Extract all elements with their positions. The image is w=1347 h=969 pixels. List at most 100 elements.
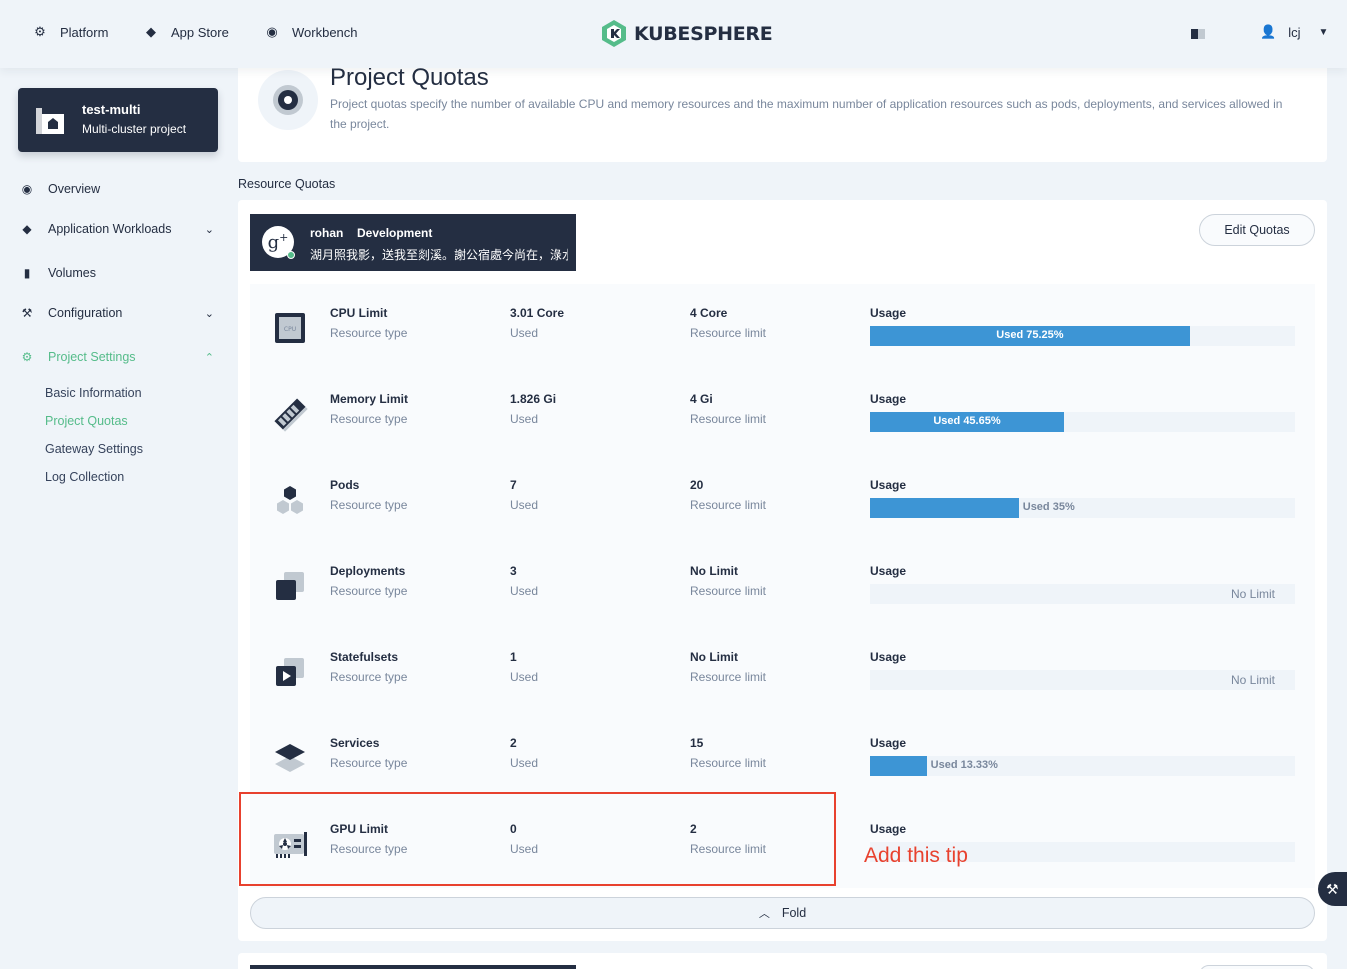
memory-icon — [270, 394, 310, 434]
user-icon: 👤 — [1260, 24, 1277, 39]
quota-row: Pods Resource type 7 Used 20 Resource li… — [250, 456, 1315, 542]
layers-icon: ◆ — [22, 222, 32, 236]
sidebar-item-label: Application Workloads — [48, 222, 172, 236]
sidebar-subitem-gateway-settings[interactable]: Gateway Settings — [45, 442, 143, 456]
sidebar-item-project-settings[interactable]: ⚙ Project Settings ⌃ — [20, 350, 216, 364]
usage-label: Usage — [870, 392, 907, 406]
resource-name: CPU Limit — [330, 306, 388, 320]
gear-icon: ⚙ — [34, 24, 46, 39]
notification-icon[interactable] — [1191, 29, 1205, 39]
usage-bar: Used 35% — [870, 498, 1295, 518]
used-label: Used — [510, 670, 539, 684]
used-label: Used — [510, 498, 539, 512]
limit-label: Resource limit — [690, 584, 767, 598]
caret-down-icon: ▼ — [1318, 26, 1329, 38]
nav-platform[interactable]: ⚙ Platform — [30, 24, 108, 40]
database-icon: ▮ — [23, 266, 31, 280]
cluster-tag — [250, 965, 576, 969]
hammer-icon: ⚒ — [21, 306, 33, 320]
annotation-highlight-box — [239, 792, 836, 886]
usage-bar-fill — [870, 756, 927, 776]
quota-row: Deployments Resource type 3 Used No Limi… — [250, 542, 1315, 628]
sidebar-subitem-basic-information[interactable]: Basic Information — [45, 386, 142, 400]
edit-quotas-button[interactable] — [1199, 965, 1315, 969]
usage-label: Usage — [870, 564, 907, 578]
project-card[interactable]: test-multi Multi-cluster project — [18, 88, 218, 152]
limit-label: Resource limit — [690, 670, 767, 684]
sidebar-subitem-log-collection[interactable]: Log Collection — [45, 470, 124, 484]
usage-label: Usage — [870, 650, 907, 664]
page-description: Project quotas specify the number of ava… — [330, 97, 1283, 131]
sidebar-item-label: Project Settings — [48, 350, 136, 364]
user-menu[interactable]: 👤 lcj ▼ — [1260, 24, 1328, 40]
limit-label: Resource limit — [690, 326, 767, 340]
deployments-icon — [270, 566, 310, 606]
nav-app-store-label: App Store — [171, 24, 229, 40]
chevron-up-icon: ⌃ — [204, 351, 214, 364]
resource-type-label: Resource type — [330, 584, 408, 598]
nav-workbench-label: Workbench — [292, 24, 358, 40]
sidebar-item-application-workloads[interactable]: ◆ Application Workloads ⌄ — [20, 222, 216, 236]
usage-bar-text: Used 13.33% — [930, 759, 998, 771]
usage-bar: No Limit — [870, 670, 1295, 690]
quota-row: CPU CPU Limit Resource type 3.01 Core Us… — [250, 284, 1315, 370]
resource-name: Statefulsets — [330, 650, 399, 664]
resource-name: Deployments — [330, 564, 406, 578]
chevron-down-icon: ⌄ — [204, 223, 214, 236]
dashboard-icon: ◉ — [266, 24, 278, 39]
usage-bar-text: Used 35% — [1022, 501, 1075, 513]
user-name: lcj — [1288, 24, 1301, 40]
fold-button[interactable]: ︿ Fold — [250, 897, 1315, 929]
limit-value: 15 — [690, 736, 704, 750]
usage-bar-text: No Limit — [1230, 587, 1275, 601]
used-value: 2 — [510, 736, 517, 750]
cluster-name: rohan — [310, 226, 344, 240]
section-title: Resource Quotas — [238, 177, 336, 191]
limit-label: Resource limit — [690, 412, 767, 426]
usage-label: Usage — [870, 306, 907, 320]
sidebar-item-overview[interactable]: ◉ Overview — [20, 182, 216, 196]
usage-bar-text: No Limit — [1230, 673, 1275, 687]
nav-workbench[interactable]: ◉ Workbench — [262, 24, 358, 40]
project-icon — [36, 108, 64, 134]
cluster-tag: g + rohan Development 湖月照我影，送我至剡溪。謝公宿處今尚在… — [250, 214, 576, 271]
resource-name: Pods — [330, 478, 360, 492]
usage-label: Usage — [870, 736, 907, 750]
sidebar-item-volumes[interactable]: ▮ Volumes — [20, 266, 216, 280]
nav-app-store[interactable]: ◆ App Store — [141, 24, 229, 40]
chevron-down-icon: ⌄ — [204, 307, 214, 320]
annotation-tip: Add this tip — [864, 844, 968, 867]
logo-text: KUBESPHERE — [634, 22, 773, 45]
usage-bar-text: Used 75.25% — [996, 329, 1064, 341]
usage-bar-fill — [870, 498, 1019, 518]
svg-text:CPU: CPU — [284, 326, 296, 333]
sidebar-item-configuration[interactable]: ⚒ Configuration ⌄ — [20, 306, 216, 320]
limit-label: Resource limit — [690, 756, 767, 770]
kubesphere-logo[interactable]: KUBESPHERE — [602, 20, 773, 47]
sidebar-item-label: Volumes — [48, 266, 96, 280]
next-cluster-panel — [238, 953, 1327, 969]
resource-name: Services — [330, 736, 380, 750]
cpu-icon: CPU — [270, 308, 310, 348]
used-value: 3.01 Core — [510, 306, 565, 320]
edit-quotas-button[interactable]: Edit Quotas — [1199, 214, 1315, 246]
sidebar-subitem-project-quotas[interactable]: Project Quotas — [45, 414, 128, 428]
fold-label: Fold — [781, 906, 807, 920]
usage-label: Usage — [870, 478, 907, 492]
sidebar-item-label: Configuration — [48, 306, 123, 320]
used-label: Used — [510, 412, 539, 426]
statefulsets-icon — [270, 652, 310, 692]
limit-value: No Limit — [690, 650, 738, 664]
resource-type-label: Resource type — [330, 412, 408, 426]
quota-icon — [258, 70, 318, 130]
chevron-up-icon: ︿ — [758, 908, 770, 920]
usage-bar: Used 75.25% — [870, 326, 1295, 346]
top-navigation: ⚙ Platform ◆ App Store ◉ Workbench KUBES… — [0, 0, 1347, 68]
project-name: test-multi — [82, 102, 141, 117]
toolbox-button[interactable]: ⚒ — [1318, 872, 1347, 906]
usage-bar: Used 13.33% — [870, 756, 1295, 776]
used-value: 7 — [510, 478, 517, 492]
resource-type-label: Resource type — [330, 756, 408, 770]
cluster-environment: Development — [357, 226, 433, 240]
layers-icon: ◆ — [146, 24, 156, 39]
